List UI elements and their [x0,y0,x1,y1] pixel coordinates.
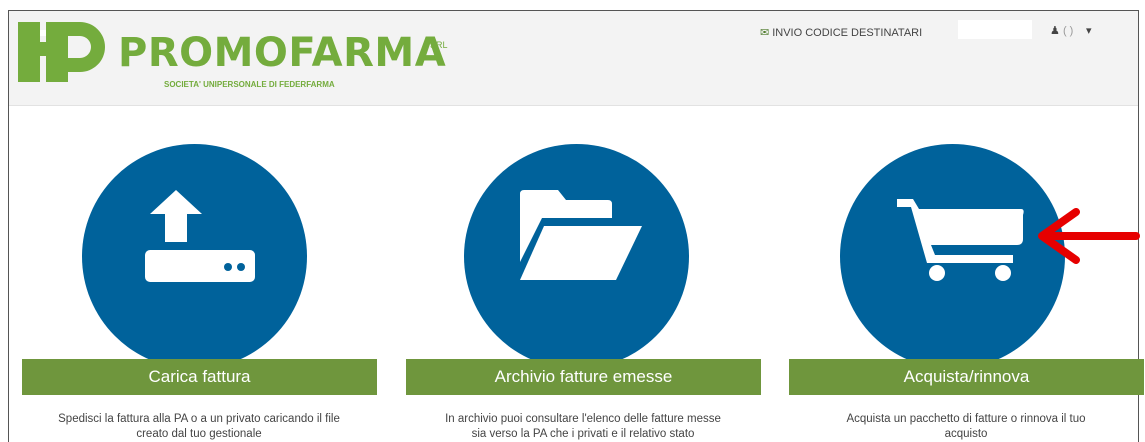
acquista-desc-line1: Acquista un pacchetto di fatture o rinno… [846,413,1086,425]
user-name: ( ) [1062,25,1074,37]
acquista-description: Acquista un pacchetto di fatture o rinno… [786,412,1145,442]
shopping-cart-icon [897,199,1024,281]
chevron-down-icon: ▾ [1086,25,1092,37]
archivio-description: In archivio puoi consultare l'elenco del… [403,412,763,442]
carica-fattura-description: Spedisci la fattura alla PA o a un priva… [19,412,379,442]
user-icon: ♟ [1050,25,1060,37]
upload-icon [145,190,255,282]
archivio-fatture-button[interactable]: Archivio fatture emesse [406,359,761,395]
folder-open-icon [520,190,642,280]
brand-name[interactable]: PROMOFARMA [118,30,446,76]
promofarma-logo-icon[interactable] [18,22,108,82]
brand-subtitle: SOCIETA' UNIPERSONALE DI FEDERFARMA [164,80,335,89]
archivio-desc-line1: In archivio puoi consultare l'elenco del… [445,413,721,425]
brand-suffix: SRL [430,40,448,50]
user-menu[interactable]: ♟ ( ) ▾ [1050,24,1092,37]
redacted-area [958,20,1032,39]
archivio-desc-line2: sia verso la PA che i privati e il relat… [471,428,695,440]
carica-fattura-button[interactable]: Carica fattura [22,359,377,395]
carica-fattura-desc-line2: creato dal tuo gestionale [136,428,262,440]
envelope-icon: ✉ [760,27,770,39]
red-arrow-icon [1038,208,1140,264]
invio-codice-label: INVIO CODICE DESTINATARI [772,27,923,39]
carica-fattura-desc-line1: Spedisci la fattura alla PA o a un priva… [58,413,340,425]
acquista-rinnova-button[interactable]: Acquista/rinnova [789,359,1144,395]
acquista-desc-line2: acquisto [944,428,988,440]
invio-codice-link[interactable]: ✉ INVIO CODICE DESTINATARI [760,26,922,39]
